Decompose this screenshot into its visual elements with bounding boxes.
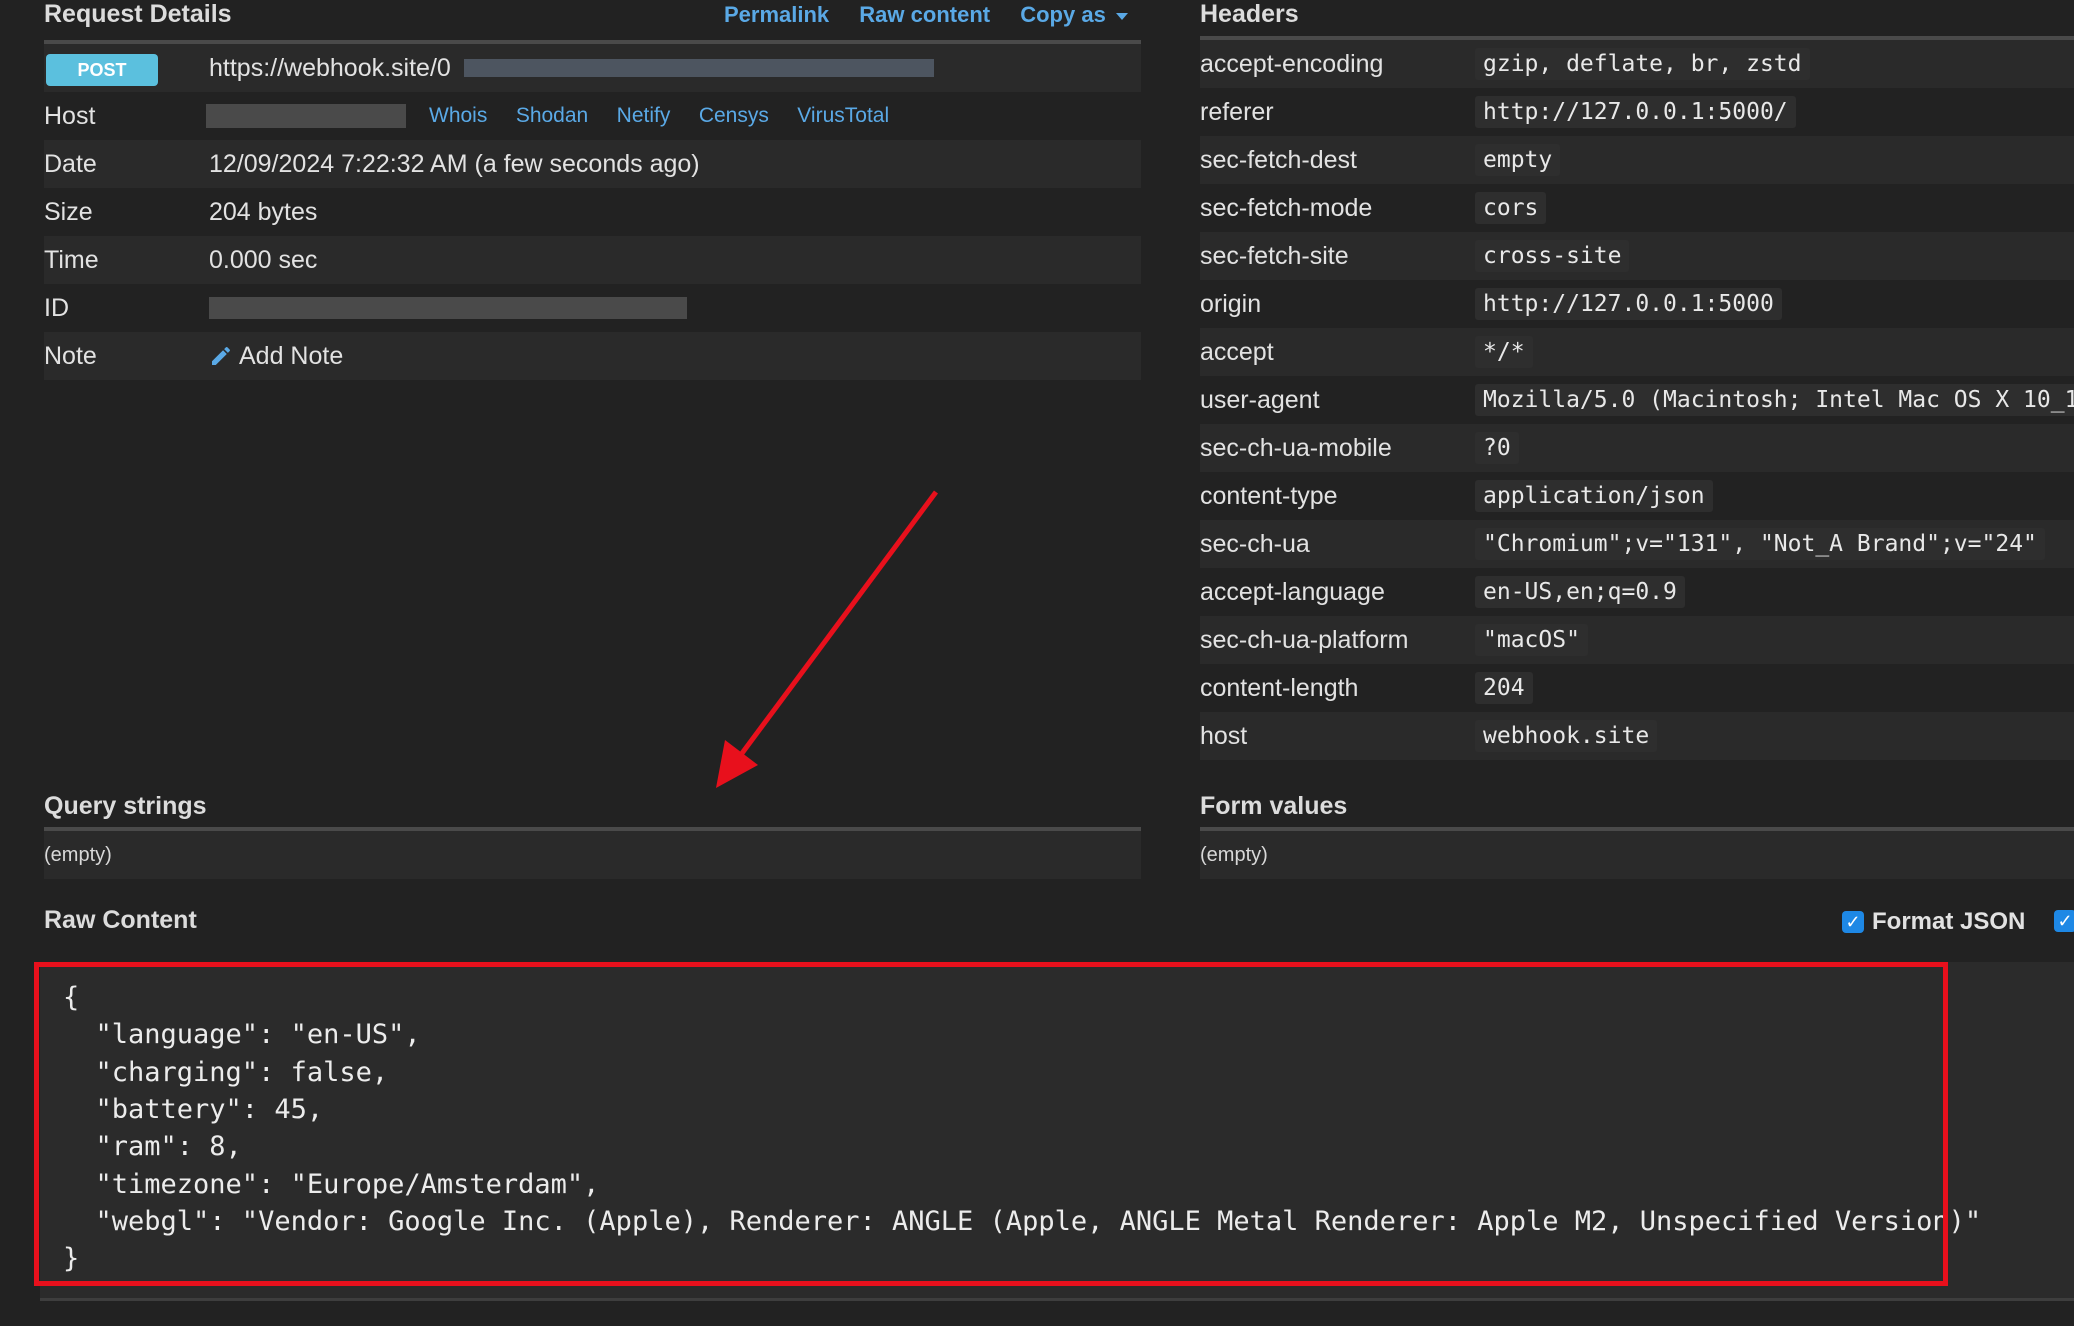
caret-down-icon xyxy=(1115,12,1128,20)
header-row: referer http://127.0.0.1:5000/ xyxy=(1200,88,2074,136)
header-row: content-type application/json xyxy=(1200,472,2074,520)
header-value: ?0 xyxy=(1475,432,1519,464)
whois-link[interactable]: Whois xyxy=(429,104,487,127)
header-value: application/json xyxy=(1475,480,1713,512)
header-key: accept-encoding xyxy=(1200,50,1384,78)
header-row: sec-ch-ua-mobile ?0 xyxy=(1200,424,2074,472)
note-label: Note xyxy=(44,342,97,370)
header-key: accept xyxy=(1200,338,1274,366)
header-row: accept-language en-US,en;q=0.9 xyxy=(1200,568,2074,616)
header-row: sec-fetch-site cross-site xyxy=(1200,232,2074,280)
form-values-body: (empty) xyxy=(1200,831,2074,879)
header-value: webhook.site xyxy=(1475,720,1658,752)
header-row: sec-ch-ua-platform "macOS" xyxy=(1200,616,2074,664)
id-label: ID xyxy=(44,294,69,322)
header-row: host webhook.site xyxy=(1200,712,2074,760)
date-row: Date 12/09/2024 7:22:32 AM (a few second… xyxy=(44,140,1141,188)
request-url-link[interactable]: https://webhook.site/0 xyxy=(209,44,451,92)
header-row: sec-fetch-mode cors xyxy=(1200,184,2074,232)
header-value: "macOS" xyxy=(1475,624,1588,656)
header-key: host xyxy=(1200,722,1248,750)
add-note-button[interactable]: Add Note xyxy=(209,332,343,380)
raw-content-link[interactable]: Raw content xyxy=(859,2,990,27)
highlight-rectangle xyxy=(34,962,1948,1286)
header-key: content-type xyxy=(1200,482,1338,510)
note-row: Note Add Note xyxy=(44,332,1141,380)
header-key: origin xyxy=(1200,290,1262,318)
headers-title: Headers xyxy=(1200,0,1299,28)
format-json-label: Format JSON xyxy=(1872,908,2026,935)
url-row: POST https://webhook.site/0 xyxy=(44,44,1141,92)
request-actions: Permalink Raw content Copy as xyxy=(724,2,1128,28)
header-value: cross-site xyxy=(1475,240,1630,272)
header-value: empty xyxy=(1475,144,1561,176)
add-note-label: Add Note xyxy=(239,342,344,370)
header-row: origin http://127.0.0.1:5000 xyxy=(1200,280,2074,328)
shodan-link[interactable]: Shodan xyxy=(516,104,588,127)
date-label: Date xyxy=(44,150,97,178)
form-values-empty: (empty) xyxy=(1200,844,1268,866)
header-value: http://127.0.0.1:5000 xyxy=(1475,288,1782,320)
header-value: http://127.0.0.1:5000/ xyxy=(1475,96,1796,128)
redacted-id xyxy=(209,297,687,319)
header-key: sec-ch-ua-platform xyxy=(1200,626,1409,654)
header-value: gzip, deflate, br, zstd xyxy=(1475,48,1810,80)
header-key: sec-fetch-dest xyxy=(1200,146,1358,174)
header-key: sec-fetch-mode xyxy=(1200,194,1373,222)
redacted-url xyxy=(464,59,934,77)
header-value: en-US,en;q=0.9 xyxy=(1475,576,1685,608)
permalink-link[interactable]: Permalink xyxy=(724,2,829,27)
header-row: content-length 204 xyxy=(1200,664,2074,712)
size-row: Size 204 bytes xyxy=(44,188,1141,236)
time-label: Time xyxy=(44,246,99,274)
censys-link[interactable]: Censys xyxy=(699,104,769,127)
redacted-host xyxy=(206,104,406,128)
header-row: sec-ch-ua "Chromium";v="131", "Not_A Bran… xyxy=(1200,520,2074,568)
second-checkbox[interactable]: ✓ xyxy=(2054,910,2074,932)
time-value: 0.000 sec xyxy=(209,246,318,274)
header-row: user-agent Mozilla/5.0 (Macintosh; Intel … xyxy=(1200,376,2074,424)
header-row: accept */* xyxy=(1200,328,2074,376)
header-key: sec-ch-ua-mobile xyxy=(1200,434,1392,462)
size-label: Size xyxy=(44,198,93,226)
header-value: 204 xyxy=(1475,672,1533,704)
netify-link[interactable]: Netify xyxy=(617,104,671,127)
copy-as-label: Copy as xyxy=(1020,2,1106,27)
header-value: Mozilla/5.0 (Macintosh; Intel Mac OS X 1… xyxy=(1475,384,2074,416)
header-key: accept-language xyxy=(1200,578,1385,606)
query-strings-body: (empty) xyxy=(44,831,1141,879)
date-value: 12/09/2024 7:22:32 AM (a few seconds ago… xyxy=(209,150,700,178)
format-json-toggle[interactable]: ✓ Format JSON xyxy=(1842,908,2025,936)
host-intel-links: Whois Shodan Netify Censys VirusTotal xyxy=(429,92,913,142)
query-strings-empty: (empty) xyxy=(44,844,112,866)
copy-as-dropdown[interactable]: Copy as xyxy=(1020,2,1128,27)
raw-content-title: Raw Content xyxy=(44,906,197,934)
header-key: user-agent xyxy=(1200,386,1320,414)
header-row: sec-fetch-dest empty xyxy=(1200,136,2074,184)
format-json-checkbox[interactable]: ✓ xyxy=(1842,911,1864,933)
request-details-title: Request Details xyxy=(44,0,232,28)
header-key: sec-fetch-site xyxy=(1200,242,1349,270)
header-value: */* xyxy=(1475,336,1533,368)
query-strings-title: Query strings xyxy=(44,792,207,820)
header-key: referer xyxy=(1200,98,1274,126)
header-key: sec-ch-ua xyxy=(1200,530,1310,558)
host-row: Host Whois Shodan Netify Censys VirusTot… xyxy=(44,92,1141,140)
header-value: cors xyxy=(1475,192,1547,224)
size-value: 204 bytes xyxy=(209,198,318,226)
pencil-icon xyxy=(212,346,231,365)
header-value: "Chromium";v="131", "Not_A Brand";v="24" xyxy=(1475,528,2045,560)
virustotal-link[interactable]: VirusTotal xyxy=(797,104,889,127)
header-row: accept-encoding gzip, deflate, br, zstd xyxy=(1200,40,2074,88)
header-key: content-length xyxy=(1200,674,1359,702)
host-label: Host xyxy=(44,102,96,130)
time-row: Time 0.000 sec xyxy=(44,236,1141,284)
id-row: ID xyxy=(44,284,1141,332)
form-values-title: Form values xyxy=(1200,792,1348,820)
method-badge: POST xyxy=(46,54,158,86)
